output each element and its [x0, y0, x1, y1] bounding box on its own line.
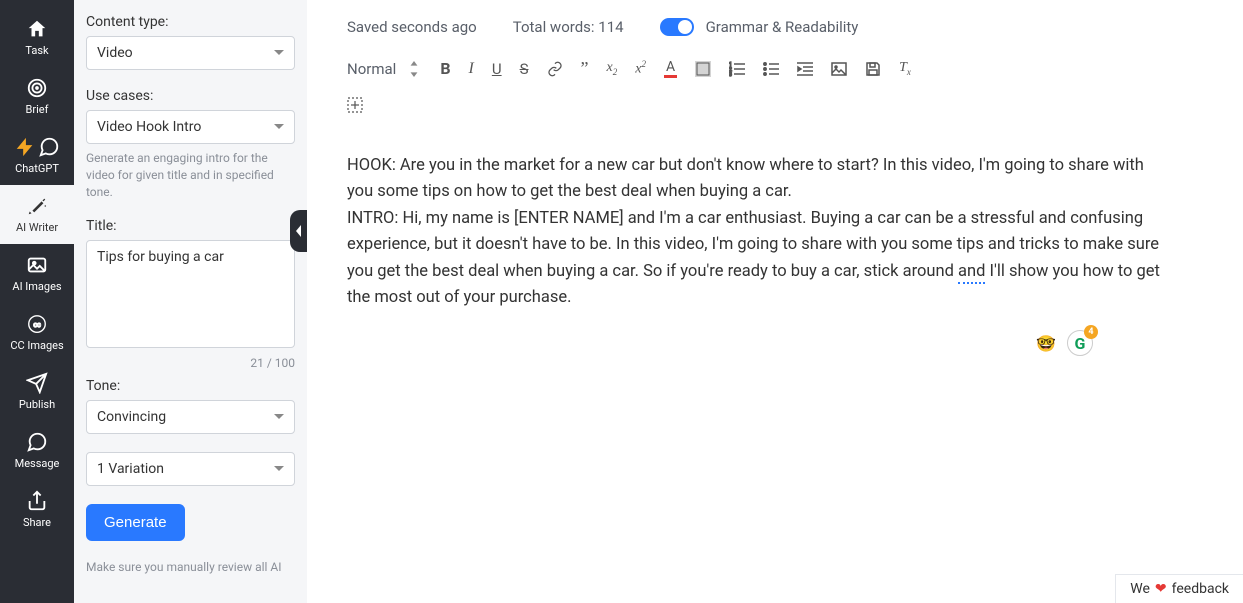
content-type-select[interactable]: Video: [86, 36, 295, 70]
text-color-button[interactable]: A: [664, 59, 677, 78]
message-icon: [26, 431, 48, 453]
image-insert-icon: [831, 61, 847, 77]
svg-text:cc: cc: [33, 320, 41, 329]
nav-aiimages[interactable]: AI Images: [0, 244, 74, 303]
word-count: Total words: 114: [513, 18, 624, 36]
add-block-button[interactable]: [347, 97, 1203, 113]
wand-icon: [26, 195, 48, 217]
float-widgets: 🤓 G 4: [1033, 330, 1093, 356]
generate-button[interactable]: Generate: [86, 504, 185, 541]
highlight-button[interactable]: [695, 61, 711, 77]
grammarly-widget[interactable]: G 4: [1067, 330, 1093, 356]
unordered-list-button[interactable]: [763, 61, 779, 77]
svg-text:3: 3: [729, 72, 732, 77]
review-hint: Make sure you manually review all AI: [86, 559, 295, 576]
saved-status: Saved seconds ago: [347, 18, 477, 36]
bold-button[interactable]: B: [440, 59, 450, 78]
nav-chatgpt[interactable]: ChatGPT: [0, 126, 74, 185]
nav-message-label: Message: [15, 457, 60, 470]
underline-button[interactable]: U: [492, 60, 502, 78]
image-icon: [26, 254, 48, 276]
nav-share-label: Share: [23, 516, 51, 529]
chevron-left-icon: [294, 224, 304, 238]
grammar-toggle[interactable]: [660, 18, 694, 36]
nav-publish[interactable]: Publish: [0, 362, 74, 421]
tone-label: Tone:: [86, 378, 295, 394]
ul-icon: [763, 61, 779, 77]
subscript-button[interactable]: x2: [607, 60, 618, 77]
emoji-widget[interactable]: 🤓: [1033, 330, 1059, 356]
grammarly-badge: 4: [1084, 325, 1098, 339]
outdent-button[interactable]: [797, 61, 813, 77]
italic-button[interactable]: I: [469, 60, 474, 78]
plus-box-icon: [347, 97, 363, 113]
nav-brief-label: Brief: [26, 103, 49, 116]
feedback-button[interactable]: We ❤ feedback: [1115, 574, 1243, 603]
grammar-label: Grammar & Readability: [706, 18, 859, 36]
link-button[interactable]: [547, 61, 563, 77]
quote-button[interactable]: ”: [581, 58, 589, 79]
title-input[interactable]: Tips for buying a car: [86, 240, 295, 348]
nav-chatgpt-label: ChatGPT: [15, 162, 59, 175]
clear-format-button[interactable]: Tx: [899, 60, 911, 77]
strikethrough-button[interactable]: S: [520, 60, 529, 78]
nav-rail: Task Brief ChatGPT AI Writer AI Images c…: [0, 0, 74, 603]
sort-icon: [406, 61, 422, 77]
title-counter: 21 / 100: [86, 356, 295, 370]
sidebar: Content type: Video Use cases: Video Hoo…: [74, 0, 307, 603]
target-icon: [26, 77, 48, 99]
cc-icon: cc: [26, 313, 48, 335]
image-button[interactable]: [831, 61, 847, 77]
save-button[interactable]: [865, 61, 881, 77]
chat-icon: [38, 136, 60, 158]
nav-brief[interactable]: Brief: [0, 67, 74, 126]
outdent-icon: [797, 61, 813, 77]
nav-share[interactable]: Share: [0, 480, 74, 539]
collapse-sidebar-button[interactable]: [290, 210, 307, 252]
intro-underlined-word: and: [958, 262, 985, 284]
nav-publish-label: Publish: [19, 398, 55, 411]
toolbar: Normal B I U S ” x2 x2 A 123 Tx: [307, 46, 1243, 125]
content-type-label: Content type:: [86, 14, 295, 30]
nav-aiwriter-label: AI Writer: [16, 221, 58, 234]
floppy-icon: [865, 61, 881, 77]
nav-ccimages-label: CC Images: [10, 339, 63, 352]
superscript-button[interactable]: x2: [635, 59, 646, 78]
editor-content[interactable]: HOOK: Are you in the market for a new ca…: [307, 125, 1243, 339]
ol-icon: 123: [729, 61, 745, 77]
bolt-icon: [14, 136, 36, 158]
nav-task[interactable]: Task: [0, 8, 74, 67]
main: Saved seconds ago Total words: 114 Gramm…: [307, 0, 1243, 603]
nav-task-label: Task: [25, 44, 48, 57]
nav-ccimages[interactable]: cc CC Images: [0, 303, 74, 362]
use-cases-hint: Generate an engaging intro for the video…: [86, 150, 295, 200]
use-cases-label: Use cases:: [86, 88, 295, 104]
paragraph-style-select[interactable]: Normal: [347, 60, 422, 78]
topbar: Saved seconds ago Total words: 114 Gramm…: [307, 0, 1243, 46]
tone-select[interactable]: Convincing: [86, 400, 295, 434]
hook-text: HOOK: Are you in the market for a new ca…: [347, 156, 1144, 201]
ordered-list-button[interactable]: 123: [729, 61, 745, 77]
heart-icon: ❤: [1155, 581, 1167, 597]
nav-aiimages-label: AI Images: [12, 280, 61, 293]
home-icon: [26, 18, 48, 40]
highlight-icon: [695, 61, 711, 77]
use-cases-select[interactable]: Video Hook Intro: [86, 110, 295, 144]
nav-aiwriter[interactable]: AI Writer: [0, 185, 74, 244]
link-icon: [547, 61, 563, 77]
send-icon: [26, 372, 48, 394]
variation-select[interactable]: 1 Variation: [86, 452, 295, 486]
title-label: Title:: [86, 218, 295, 234]
share-icon: [26, 490, 48, 512]
nav-message[interactable]: Message: [0, 421, 74, 480]
